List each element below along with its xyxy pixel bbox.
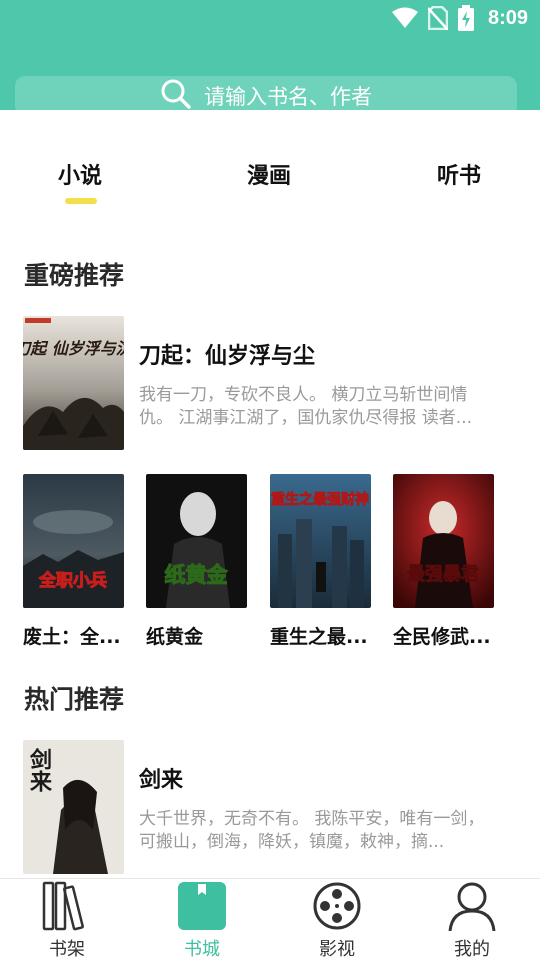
- featured-book-item[interactable]: 刀起 仙岁浮与沉 刀起：仙岁浮与尘 我有一刀，专砍不良人。 横刀立马斩世间情仇。…: [23, 316, 523, 450]
- nav-label: 书城: [184, 939, 220, 960]
- bottom-navigation: 书架 书城 影视 我的: [0, 878, 540, 960]
- cover-title-text: 剑来: [26, 747, 53, 792]
- wifi-icon: [391, 7, 418, 29]
- bookshelf-icon: [42, 881, 92, 931]
- nav-label: 我的: [454, 939, 490, 960]
- book-cover[interactable]: 刀起 仙岁浮与沉: [23, 316, 124, 450]
- popular-book-item[interactable]: 剑来 剑来 大千世界，无奇不有。 我陈平安，唯有一剑，可搬山，倒海，降妖，镇魔，…: [23, 740, 523, 874]
- book-title: 重生之最...: [270, 626, 368, 648]
- no-sim-icon: [427, 6, 448, 30]
- cover-title-text: 纸黄金: [165, 563, 229, 587]
- book-cover[interactable]: 纸黄金: [146, 474, 247, 608]
- section-title-popular: 热门推荐: [24, 685, 125, 714]
- nav-label: 影视: [319, 939, 355, 960]
- grid-book-item[interactable]: 全职小兵 废土：全...: [23, 474, 124, 649]
- cover-title-text: 最强暴君: [407, 564, 479, 585]
- battery-charging-icon: [457, 5, 474, 31]
- cover-title-text: 刀起 仙岁浮与沉: [23, 339, 124, 358]
- cover-title-text: 全职小兵: [38, 570, 107, 591]
- book-grid: 全职小兵 废土：全... 纸黄金 纸黄金 重生之最强财神 重生之最... 最强暴…: [23, 474, 503, 654]
- book-title: 纸黄金: [146, 626, 204, 648]
- cover-title-text: 重生之最强财神: [271, 491, 369, 508]
- search-placeholder: 请输入书名、作者: [204, 85, 372, 109]
- book-title: 刀起：仙岁浮与尘: [139, 344, 316, 369]
- book-cover[interactable]: 最强暴君: [393, 474, 494, 608]
- search-icon: [160, 78, 192, 114]
- grid-book-item[interactable]: 最强暴君 全民修武...: [393, 474, 494, 649]
- status-bar: 8:09: [391, 4, 528, 32]
- book-title: 剑来: [139, 768, 184, 793]
- book-cover[interactable]: 全职小兵: [23, 474, 124, 608]
- app-header: 8:09 请输入书名、作者: [0, 0, 540, 116]
- nav-item-profile[interactable]: 我的: [422, 879, 522, 960]
- tab-audiobook[interactable]: 听书: [437, 158, 481, 190]
- bookstore-content: 小说 漫画 听书 重磅推荐 刀起 仙岁浮与沉 刀起：仙岁浮与尘 我有一刀，专砍不…: [0, 110, 540, 878]
- film-reel-icon: [312, 881, 362, 931]
- bookstore-icon: [177, 881, 227, 931]
- tab-comic[interactable]: 漫画: [247, 158, 291, 190]
- clock-time: 8:09: [487, 6, 528, 29]
- nav-label: 书架: [49, 939, 85, 960]
- grid-book-item[interactable]: 纸黄金 纸黄金: [146, 474, 247, 649]
- nav-item-video[interactable]: 影视: [287, 879, 387, 960]
- tab-novel[interactable]: 小说: [58, 158, 102, 190]
- book-title: 全民修武...: [393, 626, 491, 648]
- active-tab-indicator: [65, 198, 97, 204]
- book-description: 我有一刀，专砍不良人。 横刀立马斩世间情仇。 江湖事江湖了，国仇家仇尽得报 读者…: [139, 385, 473, 428]
- book-title: 废土：全...: [23, 626, 121, 648]
- grid-book-item[interactable]: 重生之最强财神 重生之最...: [270, 474, 371, 649]
- profile-icon: [447, 881, 497, 932]
- nav-item-bookshelf[interactable]: 书架: [17, 879, 117, 960]
- book-description: 大千世界，无奇不有。 我陈平安，唯有一剑，可搬山，倒海，降妖，镇魔，敕神，摘..…: [139, 809, 485, 852]
- section-title-featured: 重磅推荐: [24, 261, 125, 290]
- book-cover[interactable]: 重生之最强财神: [270, 474, 371, 608]
- nav-item-bookstore[interactable]: 书城: [152, 879, 252, 960]
- book-cover[interactable]: 剑来: [23, 740, 124, 874]
